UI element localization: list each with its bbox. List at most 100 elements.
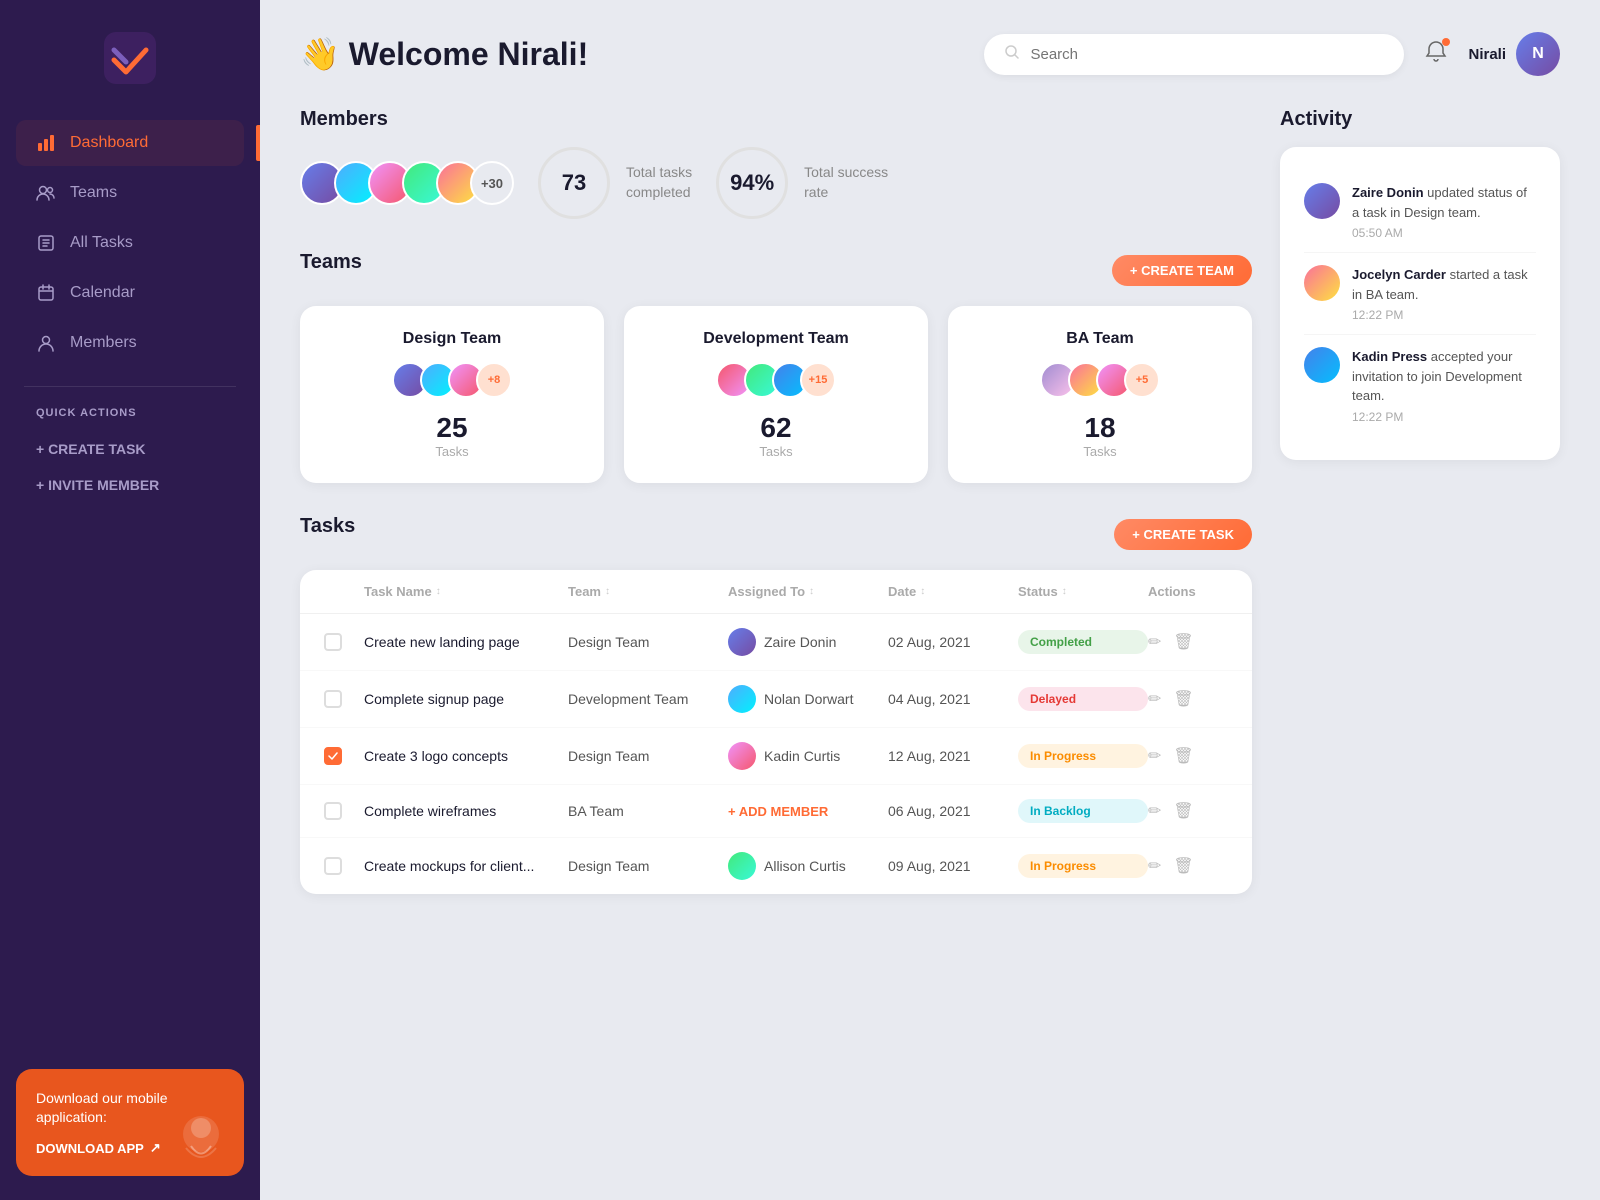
sidebar-item-label: + CREATE TASK [36,441,146,457]
member-avatars: +30 [300,161,514,205]
assignee-avatar-2 [728,685,756,713]
team-card-development[interactable]: Development Team +15 62 Tasks [624,306,928,483]
create-task-quick-action[interactable]: + CREATE TASK [0,431,260,467]
quick-actions-label: QUICK ACTIONS [0,407,260,419]
user-info[interactable]: Nirali N [1468,32,1560,76]
create-task-button[interactable]: + CREATE TASK [1114,519,1252,550]
column-assignee[interactable]: Assigned To ↕ [728,584,888,599]
task-name-3: Create 3 logo concepts [364,748,568,764]
status-badge-3: In Progress [1018,744,1148,768]
column-task-name[interactable]: Task Name ↕ [364,584,568,599]
table-row: Complete signup page Development Team No… [300,671,1252,728]
sidebar-item-label: Members [70,334,137,352]
task-date-1: 02 Aug, 2021 [888,634,1018,650]
task-name-5: Create mockups for client... [364,858,568,874]
team-name: Development Team [644,330,908,348]
team-name: Design Team [320,330,584,348]
delete-icon[interactable]: 🗑 [1173,632,1193,652]
header: 👋 Welcome Nirali! Nirali [300,32,1560,76]
task-actions-4: ✏ 🗑 [1148,801,1228,821]
team-tasks-label: Tasks [644,444,908,459]
task-name-2: Complete signup page [364,691,568,707]
members-row: +30 73 Total taskscompleted 94% Total su… [300,147,1252,219]
assignee-name-2: Nolan Dorwart [764,691,853,707]
assignee-avatar-3 [728,742,756,770]
invite-member-quick-action[interactable]: + INVITE MEMBER [0,467,260,503]
column-status[interactable]: Status ↕ [1018,584,1148,599]
team-card-ba[interactable]: BA Team +5 18 Tasks [948,306,1252,483]
total-tasks-stat: 73 Total taskscompleted [538,147,692,219]
edit-icon[interactable]: ✏ [1148,746,1161,766]
column-date[interactable]: Date ↕ [888,584,1018,599]
activity-time-3: 12:22 PM [1352,410,1536,424]
user-avatar: N [1516,32,1560,76]
edit-icon[interactable]: ✏ [1148,801,1161,821]
task-checkbox-5[interactable] [324,857,342,875]
tasks-section-title: Tasks [300,515,355,538]
team-avatars: +8 [320,362,584,398]
column-team[interactable]: Team ↕ [568,584,728,599]
table-row: Create 3 logo concepts Design Team Kadin… [300,728,1252,785]
activity-avatar-2 [1304,265,1340,301]
create-team-button[interactable]: + CREATE TEAM [1112,255,1252,286]
team-card-design[interactable]: Design Team +8 25 Tasks [300,306,604,483]
search-bar[interactable] [984,34,1404,75]
activity-section: Zaire Donin updated status of a task in … [1280,147,1560,460]
teams-grid: Design Team +8 25 Tasks Development Team [300,306,1252,483]
edit-icon[interactable]: ✏ [1148,689,1161,709]
task-date-5: 09 Aug, 2021 [888,858,1018,874]
calendar-icon [36,283,56,303]
task-checkbox-4[interactable] [324,802,342,820]
task-team-5: Design Team [568,858,728,874]
task-actions-1: ✏ 🗑 [1148,632,1228,652]
task-checkbox-1[interactable] [324,633,342,651]
main-content: 👋 Welcome Nirali! Nirali [260,0,1600,1200]
task-checkbox-2[interactable] [324,690,342,708]
task-checkbox-3[interactable] [324,747,342,765]
search-input[interactable] [1030,46,1384,63]
assignee-name-3: Kadin Curtis [764,748,840,764]
task-actions-2: ✏ 🗑 [1148,689,1228,709]
task-team-2: Development Team [568,691,728,707]
delete-icon[interactable]: 🗑 [1173,801,1193,821]
sidebar-item-teams[interactable]: Teams [16,170,244,216]
sidebar-item-calendar[interactable]: Calendar [16,270,244,316]
teams-header: Teams + CREATE TEAM [300,251,1252,290]
teams-section-title: Teams [300,251,362,274]
task-date-4: 06 Aug, 2021 [888,803,1018,819]
content-left: Members +30 73 Total taskscompleted 94% … [300,108,1252,894]
sidebar-item-members[interactable]: Members [16,320,244,366]
tasks-table: Task Name ↕ Team ↕ Assigned To ↕ Date ↕ [300,570,1252,894]
sidebar-item-label: All Tasks [70,234,133,252]
bar-chart-icon [36,133,56,153]
sort-icon: ↕ [1062,586,1067,597]
status-badge-4: In Backlog [1018,799,1148,823]
task-name-1: Create new landing page [364,634,568,650]
assignee-name-1: Zaire Donin [764,634,836,650]
total-tasks-label: Total taskscompleted [626,163,692,202]
content-right: Activity Zaire Donin updated status of a… [1280,108,1560,894]
download-card: Download our mobile application: DOWNLOA… [16,1069,244,1176]
status-badge-1: Completed [1018,630,1148,654]
sidebar-item-dashboard[interactable]: Dashboard [16,120,244,166]
sidebar-item-alltasks[interactable]: All Tasks [16,220,244,266]
task-actions-3: ✏ 🗑 [1148,746,1228,766]
member-avatar-more: +30 [470,161,514,205]
task-actions-5: ✏ 🗑 [1148,856,1228,876]
sidebar-item-label: Teams [70,184,117,202]
delete-icon[interactable]: 🗑 [1173,746,1193,766]
edit-icon[interactable]: ✏ [1148,632,1161,652]
activity-avatar-1 [1304,183,1340,219]
header-right: Nirali N [984,32,1560,76]
assignee-avatar-5 [728,852,756,880]
activity-text-3: Kadin Press accepted your invitation to … [1352,347,1536,406]
activity-item-1: Zaire Donin updated status of a task in … [1304,171,1536,253]
sort-icon: ↕ [436,586,441,597]
add-member-button[interactable]: + ADD MEMBER [728,804,888,819]
delete-icon[interactable]: 🗑 [1173,856,1193,876]
notification-bell[interactable] [1424,40,1448,69]
sort-icon: ↕ [920,586,925,597]
column-actions: Actions [1148,584,1228,599]
delete-icon[interactable]: 🗑 [1173,689,1193,709]
edit-icon[interactable]: ✏ [1148,856,1161,876]
